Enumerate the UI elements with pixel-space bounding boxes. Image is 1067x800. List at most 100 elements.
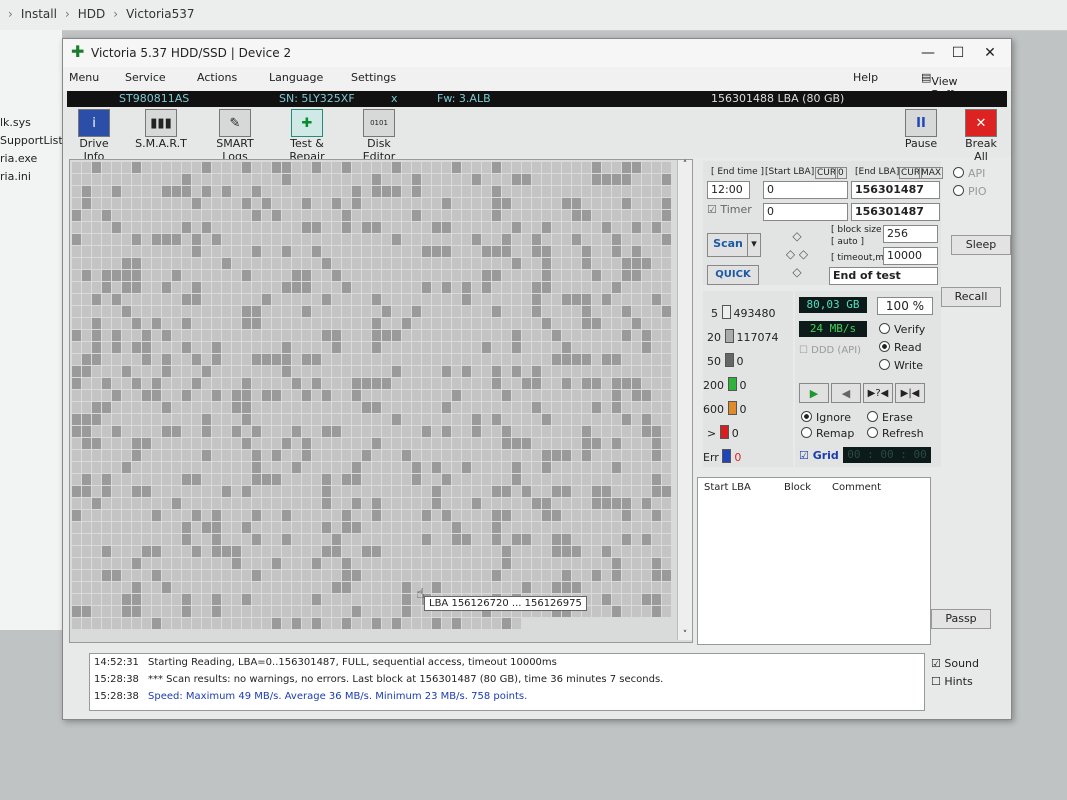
scan-block <box>162 210 171 221</box>
disk-editor-button[interactable]: 0101 Disk Editor <box>351 109 407 163</box>
skip-button[interactable]: ▶?◀ <box>863 383 893 403</box>
pio-radio[interactable]: PIO <box>953 185 987 198</box>
direction-pad[interactable]: ◇ ◇ ◇ ◇ <box>769 227 825 283</box>
erase-radio[interactable]: Erase <box>867 411 913 424</box>
chevron-up-icon[interactable]: ˄ <box>678 160 692 170</box>
scan-block <box>332 186 341 197</box>
play-button[interactable]: ▶ <box>799 383 829 403</box>
explorer-address-bar[interactable]: › Install › HDD › Victoria537 <box>0 0 1067 31</box>
timeout-select[interactable]: 10000 <box>883 247 938 265</box>
scan-block <box>292 450 301 461</box>
scan-block <box>432 558 441 569</box>
quick-button[interactable]: QUICK <box>707 265 759 285</box>
end-time-field[interactable]: 12:00 <box>707 181 750 199</box>
lba-scan-grid[interactable]: ˄ ˅ ☝ LBA 156126720 ... 156126975 <box>69 159 693 643</box>
sound-checkbox[interactable]: ☑ Sound <box>931 657 979 670</box>
scan-block <box>282 474 291 485</box>
end-lba-field[interactable]: 156301487 <box>851 181 940 199</box>
toolbar: i Drive Info ▮▮▮ S.M.A.R.T ✎ SMART Logs ✚ Te… <box>63 107 1011 163</box>
menu-service[interactable]: Service <box>125 71 166 84</box>
chevron-down-icon[interactable]: ˅ <box>678 630 692 640</box>
scan-block <box>362 462 371 473</box>
menu-actions[interactable]: Actions <box>197 71 237 84</box>
scan-block <box>612 342 621 353</box>
scan-button[interactable]: Scan <box>707 233 749 257</box>
skip-icon: ▶?◀ <box>867 388 889 399</box>
start-lba-field[interactable]: 0 <box>763 181 848 199</box>
scan-block <box>652 210 661 221</box>
hints-checkbox[interactable]: ☐ Hints <box>931 675 973 688</box>
break-all-button[interactable]: ✕ Break All <box>959 109 1003 163</box>
crumb-install[interactable]: Install <box>21 7 57 21</box>
timer-field[interactable]: 0 <box>763 203 848 221</box>
scan-block <box>312 450 321 461</box>
crumb-hdd[interactable]: HDD <box>78 7 106 21</box>
test-repair-button[interactable]: ✚ Test & Repair <box>275 109 339 163</box>
crumb-victoria[interactable]: Victoria537 <box>126 7 194 21</box>
read-radio[interactable]: Read <box>879 341 922 354</box>
breadcrumb[interactable]: › Install › HDD › Victoria537 <box>8 7 195 21</box>
grid-checkbox[interactable]: ☑ Grid <box>799 449 839 462</box>
scan-block <box>552 354 561 365</box>
refresh-radio[interactable]: Refresh <box>867 427 924 440</box>
smart-button[interactable]: ▮▮▮ S.M.A.R.T <box>135 109 187 150</box>
end-button[interactable]: ▶|◀ <box>895 383 925 403</box>
verify-radio[interactable]: Verify <box>879 323 925 336</box>
remap-radio[interactable]: Remap <box>801 427 854 440</box>
scan-block <box>562 546 571 557</box>
maximize-button[interactable]: ☐ <box>943 43 973 63</box>
ddd-api-checkbox[interactable]: ☐ DDD (API) <box>799 345 861 356</box>
file-item[interactable]: ria.ini <box>0 170 31 183</box>
end-max-button[interactable]: MAX <box>919 167 944 179</box>
scan-block <box>532 450 541 461</box>
scan-block <box>492 198 501 209</box>
results-table[interactable]: Start LBA Block Comment <box>697 477 931 645</box>
scan-block <box>612 198 621 209</box>
scan-block <box>452 246 461 257</box>
end-of-test-select[interactable]: End of test <box>829 267 938 285</box>
scan-block <box>582 426 591 437</box>
scanned-size: 80,03 GB <box>799 297 867 313</box>
timer-checkbox[interactable]: ☑ Timer <box>707 203 752 216</box>
back-button[interactable]: ◀ <box>831 383 861 403</box>
scan-block <box>382 558 391 569</box>
scan-block <box>112 402 121 413</box>
ignore-radio[interactable]: Ignore <box>801 411 851 424</box>
minimize-button[interactable]: — <box>913 43 943 63</box>
pause-button[interactable]: II Pause <box>901 109 941 150</box>
scan-block <box>232 282 241 293</box>
scan-dropdown[interactable]: ▾ <box>747 233 761 257</box>
drive-info-button[interactable]: i Drive Info <box>69 109 119 163</box>
passp-button[interactable]: Passp <box>931 609 991 629</box>
scan-block <box>292 306 301 317</box>
grid-scrollbar[interactable]: ˄ ˅ <box>677 160 692 640</box>
scan-block <box>602 330 611 341</box>
api-radio[interactable]: API <box>953 167 985 180</box>
menu-help[interactable]: Help <box>853 71 878 84</box>
scan-block <box>232 510 241 521</box>
scan-block <box>542 522 551 533</box>
file-item[interactable]: lk.sys <box>0 116 31 129</box>
block-size-select[interactable]: 256 <box>883 225 938 243</box>
view-buffer-live[interactable]: ▤ View Buffer Live <box>921 71 965 114</box>
scan-block <box>72 558 81 569</box>
log-panel[interactable]: 14:52:31 Starting Reading, LBA=0..1563014… <box>89 653 925 711</box>
scan-block <box>402 558 411 569</box>
close-button[interactable]: ✕ <box>975 43 1005 63</box>
menu-menu[interactable]: Menu <box>69 71 99 84</box>
title-bar[interactable]: ✚ Victoria 5.37 HDD/SSD | Device 2 — ☐ ✕ <box>63 39 1011 67</box>
sleep-button[interactable]: Sleep <box>951 235 1011 255</box>
smart-logs-button[interactable]: ✎ SMART Logs <box>203 109 267 163</box>
menu-settings[interactable]: Settings <box>351 71 396 84</box>
scan-block <box>442 558 451 569</box>
scan-block <box>472 618 481 629</box>
menu-language[interactable]: Language <box>269 71 323 84</box>
write-radio[interactable]: Write <box>879 359 923 372</box>
scan-block <box>462 306 471 317</box>
recall-button[interactable]: Recall <box>941 287 1001 307</box>
scan-block <box>362 366 371 377</box>
scan-block <box>382 342 391 353</box>
file-item[interactable]: ria.exe <box>0 152 37 165</box>
scan-block <box>172 294 181 305</box>
end-lba-field-2[interactable]: 156301487 <box>851 203 940 221</box>
